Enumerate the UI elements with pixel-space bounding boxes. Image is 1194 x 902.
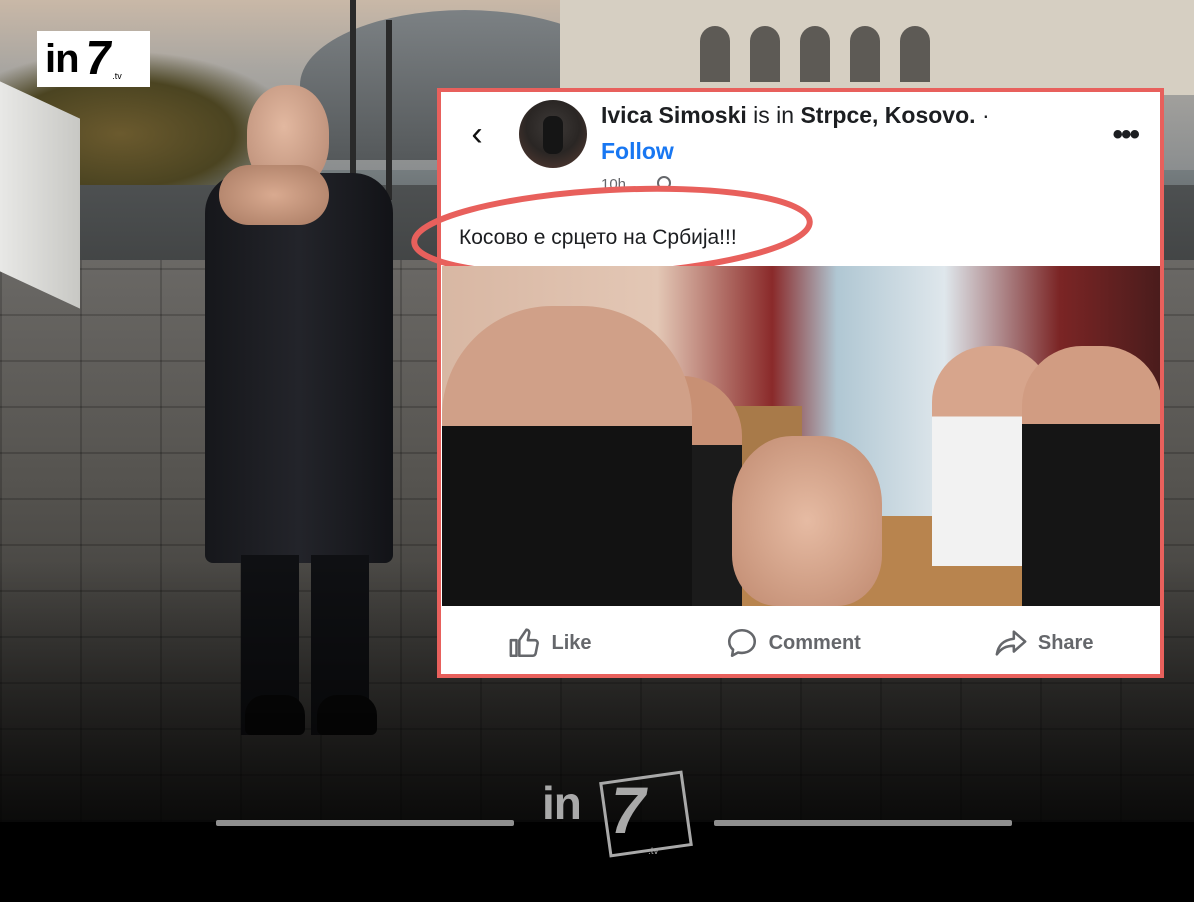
building-arch [800, 26, 830, 82]
building-arch [900, 26, 930, 82]
post-text: Косово е срцето на Србија!!! [459, 226, 737, 249]
comment-button[interactable]: Comment [725, 626, 861, 660]
like-label: Like [551, 631, 592, 654]
post-timestamp[interactable]: 10h [601, 176, 626, 193]
author-avatar[interactable] [519, 100, 587, 168]
watermark-line-left [216, 820, 514, 826]
follow-button[interactable]: Follow [601, 138, 674, 165]
author-line: Ivica Simoski is in Strpce, Kosovo. · [601, 102, 990, 129]
arched-building [560, 0, 1194, 95]
share-button[interactable]: Share [994, 626, 1094, 660]
location-name[interactable]: Strpce, Kosovo. [800, 102, 975, 128]
person-right [1022, 346, 1160, 606]
more-options-icon[interactable]: ••• [1112, 118, 1139, 152]
thumbs-up-icon [509, 628, 539, 658]
building-arch [700, 26, 730, 82]
facebook-post-card: ‹ Ivica Simoski is in Strpce, Kosovo. · … [411, 88, 1164, 678]
crossed-hands [219, 165, 329, 225]
share-label: Share [1037, 631, 1094, 654]
comment-label: Comment [768, 631, 861, 654]
post-header: ‹ Ivica Simoski is in Strpce, Kosovo. · … [441, 92, 1160, 172]
chevron-left-icon[interactable]: ‹ [463, 116, 491, 152]
bridge-barrier [0, 81, 80, 309]
building-arch [850, 26, 880, 82]
logo-tv: .tv [112, 71, 122, 81]
logo-in: in [45, 36, 80, 81]
like-button[interactable]: Like [508, 626, 592, 660]
post-actions: Like Comment Share [441, 612, 1160, 674]
share-arrow-icon [995, 630, 1027, 656]
location-prefix: is in [753, 102, 795, 128]
author-name[interactable]: Ivica Simoski [601, 102, 747, 128]
separator-dot: · [981, 102, 990, 128]
globe-icon [657, 176, 671, 190]
watermark-tv: .tv [648, 846, 659, 857]
building-arch [750, 26, 780, 82]
post-photo[interactable] [442, 266, 1160, 606]
logo-seven: 7 [80, 32, 116, 85]
hand-gesture [732, 436, 882, 606]
comment-bubble-icon [727, 628, 756, 658]
in7-logo: in 7 .tv [37, 31, 150, 87]
person-selfie [442, 306, 692, 606]
watermark-in: in [542, 777, 582, 829]
coat [205, 173, 393, 563]
watermark-line-right [714, 820, 1012, 826]
